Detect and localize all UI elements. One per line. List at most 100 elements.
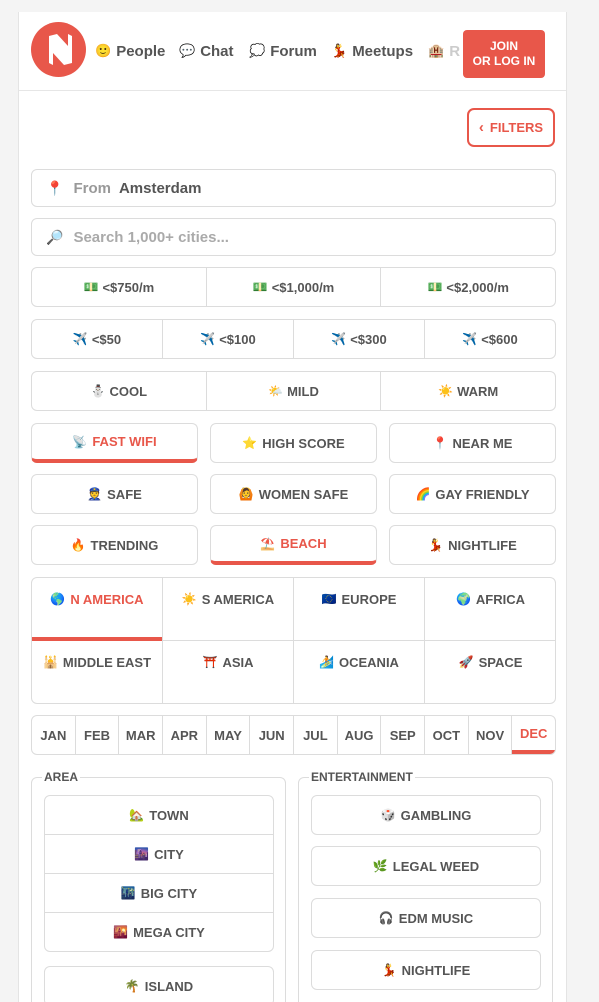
ent-gambling-label: GAMBLING [400,807,472,823]
nav-chat[interactable]: 💬 Chat [179,41,234,61]
money-icon: 💵 [83,280,99,294]
fire-icon: 🔥 [70,538,86,552]
star-icon: ⭐ [242,436,258,450]
month-apr[interactable]: APR [163,716,207,754]
nav-cut-item[interactable]: 🏨 R [428,41,460,61]
umbrella-icon: ⛱️ [260,536,276,551]
month-feb[interactable]: FEB [76,716,120,754]
month-may[interactable]: MAY [207,716,251,754]
flight-50[interactable]: ✈️ <$50 [32,320,163,358]
month-mar[interactable]: MAR [119,716,164,754]
rainbow-icon: 🌈 [415,487,431,501]
climate-cool[interactable]: ⛄ COOL [32,372,207,410]
dancer-icon: 💃 [381,963,397,977]
surfer-icon: 🏄 [319,655,334,669]
pin-icon: 📍 [432,436,448,450]
search-input[interactable]: 🔎 Search 1,000+ cities... [31,218,556,256]
nav-forum[interactable]: 💭 Forum [249,41,317,61]
sunset-city-icon: 🌇 [113,925,129,939]
tag-women-safe-label: WOMEN SAFE [258,486,349,502]
ent-edm-music-label: EDM MUSIC [398,910,474,926]
month-jun[interactable]: JUN [250,716,295,754]
month-nov[interactable]: NOV [469,716,513,754]
month-oct[interactable]: OCT [425,716,469,754]
region-asia-label: ASIA [222,655,254,670]
region-grid: 🌎 N AMERICA ☀️ S AMERICA 🇪🇺 EUROPE 🌍 AFRICA … [31,577,556,704]
nav-people[interactable]: 🙂 People [95,41,165,61]
logo[interactable] [31,22,86,77]
tag-beach[interactable]: ⛱️ BEACH [210,525,377,565]
region-oceania-label: OCEANIA [339,655,399,670]
month-aug[interactable]: AUG [338,716,382,754]
area-island[interactable]: 🌴 ISLAND [44,966,274,1002]
airplane-icon: ✈️ [72,332,88,346]
ent-nightlife[interactable]: 💃 NIGHTLIFE [311,950,541,990]
nav-meetups[interactable]: 💃 Meetups [331,41,413,61]
cost-2000[interactable]: 💵 <$2,000/m [381,268,555,306]
month-row: JAN FEB MAR APR MAY JUN JUL AUG SEP OCT … [31,715,556,755]
cost-1000[interactable]: 💵 <$1,000/m [207,268,382,306]
ent-legal-weed[interactable]: 🌿 LEGAL WEED [311,846,541,886]
area-town[interactable]: 🏡 TOWN [44,795,274,835]
search-placeholder: Search 1,000+ cities... [73,228,229,246]
area-mega-city[interactable]: 🌇 MEGA CITY [44,912,274,952]
torii-icon: ⛩️ [202,655,218,669]
climate-warm[interactable]: ☀️ WARM [381,372,555,410]
house-icon: 🏡 [129,808,145,822]
area-panel: AREA 🏡 TOWN 🌆 CITY 🌃 BIG CITY 🌇 MEGA CITY 🌴 I… [31,770,286,1002]
smile-icon: 🙂 [95,43,112,58]
region-s-america[interactable]: ☀️ S AMERICA [163,578,294,641]
region-europe-label: EUROPE [341,592,397,607]
nav-chat-label: Chat [200,42,234,60]
snowman-icon: ⛄ [90,384,106,398]
month-sep[interactable]: SEP [381,716,426,754]
flight-100[interactable]: ✈️ <$100 [163,320,294,358]
tag-high-score[interactable]: ⭐ HIGH SCORE [210,423,377,463]
from-value: Amsterdam [118,179,202,197]
flight-600[interactable]: ✈️ <$600 [425,320,555,358]
headphones-icon: 🎧 [378,911,394,925]
tag-women-safe[interactable]: 🙆 WOMEN SAFE [210,474,377,514]
flight-100-label: <$100 [219,331,256,347]
cost-750[interactable]: 💵 <$750/m [32,268,207,306]
month-dec[interactable]: DEC [512,716,555,754]
flight-300[interactable]: ✈️ <$300 [294,320,425,358]
area-city[interactable]: 🌆 CITY [44,834,274,874]
sun-icon: ☀️ [438,384,454,398]
region-asia[interactable]: ⛩️ ASIA [163,641,294,703]
climate-warm-label: WARM [457,383,499,399]
herb-icon: 🌿 [372,859,388,873]
top-header: 🙂 People 💬 Chat 💭 Forum 💃 Meetups 🏨 R JO… [19,12,566,91]
cost-filter-row: 💵 <$750/m 💵 <$1,000/m 💵 <$2,000/m [31,267,556,307]
airplane-icon: ✈️ [462,332,478,346]
region-oceania[interactable]: 🏄 OCEANIA [294,641,425,703]
tag-fast-wifi[interactable]: 📡 FAST WIFI [31,423,198,463]
cityscape-icon: 🌆 [134,847,150,861]
tag-nightlife[interactable]: 💃 NIGHTLIFE [389,525,556,565]
join-button[interactable]: JOIN OR LOG IN [463,30,545,78]
ent-edm-music[interactable]: 🎧 EDM MUSIC [311,898,541,938]
region-middle-east[interactable]: 🕌 MIDDLE EAST [32,641,163,703]
climate-mild[interactable]: 🌤️ MILD [207,372,382,410]
area-town-label: TOWN [149,807,189,823]
tag-nightlife-label: NIGHTLIFE [448,537,517,553]
region-space[interactable]: 🚀 SPACE [425,641,555,703]
area-mega-city-label: MEGA CITY [133,924,205,940]
from-field[interactable]: 📍 From Amsterdam [31,169,556,207]
tag-gay-friendly[interactable]: 🌈 GAY FRIENDLY [389,474,556,514]
area-big-city[interactable]: 🌃 BIG CITY [44,873,274,913]
month-jul[interactable]: JUL [294,716,338,754]
tag-trending[interactable]: 🔥 TRENDING [31,525,198,565]
tag-safe[interactable]: 👮 SAFE [31,474,198,514]
filters-button[interactable]: ‹ FILTERS [467,108,555,147]
thought-bubble-icon: 💭 [249,43,266,58]
tag-near-me[interactable]: 📍 NEAR ME [389,423,556,463]
region-africa[interactable]: 🌍 AFRICA [425,578,555,641]
entertainment-panel: ENTERTAINMENT 🎲 GAMBLING 🌿 LEGAL WEED 🎧 EDM… [298,770,553,1002]
region-n-america[interactable]: 🌎 N AMERICA [32,578,163,641]
region-europe[interactable]: 🇪🇺 EUROPE [294,578,425,641]
ent-gambling[interactable]: 🎲 GAMBLING [311,795,541,835]
login-label: OR LOG IN [472,54,536,68]
money-icon: 💵 [427,280,443,294]
month-jan[interactable]: JAN [32,716,76,754]
